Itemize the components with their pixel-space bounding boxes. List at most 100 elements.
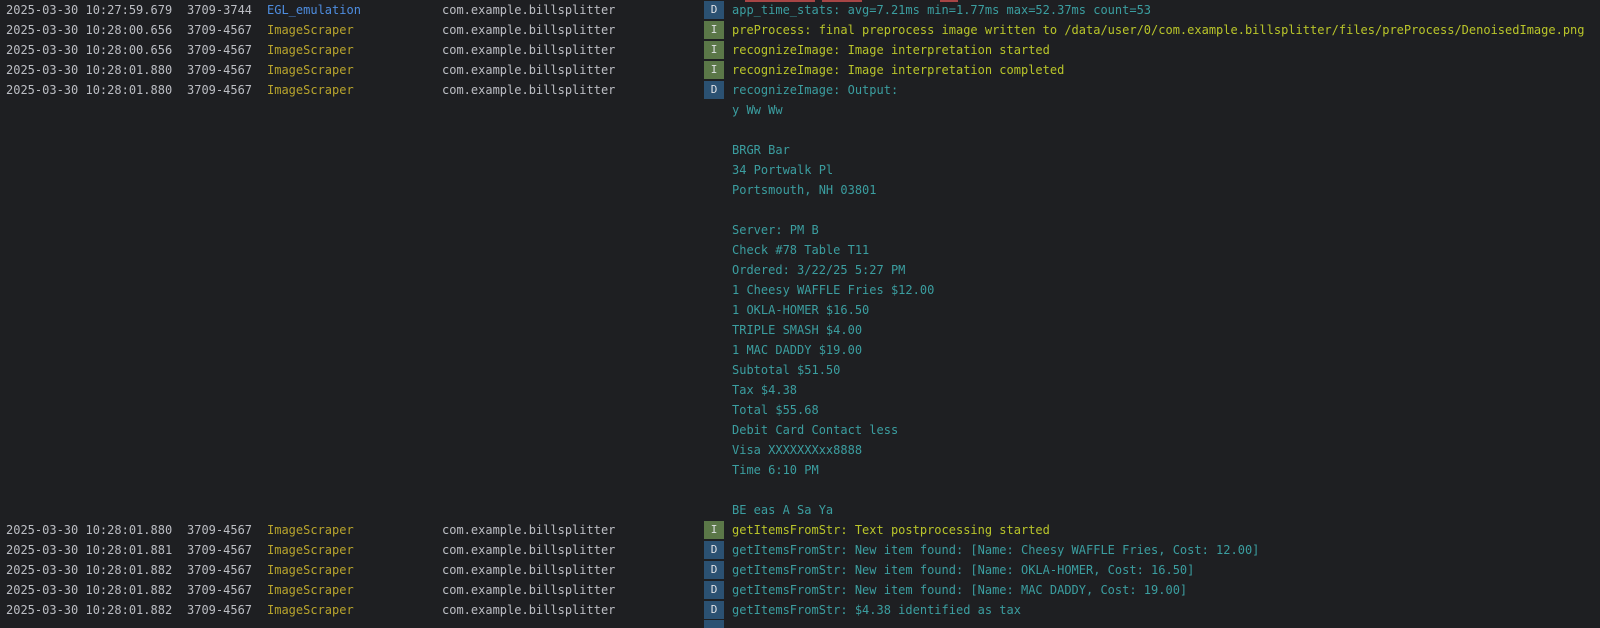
log-package: com.example.billsplitter: [442, 83, 616, 97]
ocr-output-line: 1 OKLA-HOMER $16.50: [732, 303, 870, 317]
log-tag: ImageScraper: [267, 83, 354, 97]
log-continuation-line[interactable]: Server: PM B: [0, 220, 1600, 240]
log-pid: 3709-4567: [187, 83, 253, 97]
log-row[interactable]: 2025-03-30 10:28:01.882 3709-4567 ImageS…: [0, 560, 1600, 580]
log-package: com.example.billsplitter: [442, 543, 616, 557]
log-timestamp: 2025-03-30 10:28:01.882: [6, 583, 173, 597]
log-row[interactable]: 2025-03-30 10:28:01.880 3709-4567 ImageS…: [0, 60, 1600, 80]
log-continuation-line[interactable]: Time 6:10 PM: [0, 460, 1600, 480]
log-package: com.example.billsplitter: [442, 43, 616, 57]
log-pid: 3709-4567: [187, 523, 253, 537]
log-message: recognizeImage: Output:: [732, 83, 899, 97]
log-continuation-line[interactable]: Check #78 Table T11: [0, 240, 1600, 260]
log-timestamp: 2025-03-30 10:28:01.880: [6, 523, 173, 537]
log-package: com.example.billsplitter: [442, 523, 616, 537]
log-row[interactable]: 2025-03-30 10:27:59.679 3709-3744 EGL_em…: [0, 0, 1600, 20]
log-timestamp: 2025-03-30 10:28:01.880: [6, 83, 173, 97]
ocr-output-line: Time 6:10 PM: [732, 463, 819, 477]
log-continuation-line[interactable]: BE eas A Sa Ya: [0, 500, 1600, 520]
log-pid: 3709-4567: [187, 563, 253, 577]
log-timestamp: 2025-03-30 10:28:01.880: [6, 63, 173, 77]
log-timestamp: 2025-03-30 10:28:01.881: [6, 543, 173, 557]
log-tag: ImageScraper: [267, 43, 354, 57]
ocr-output-line: Server: PM B: [732, 223, 819, 237]
log-pid: 3709-4567: [187, 23, 253, 37]
log-continuation-line[interactable]: y Ww Ww: [0, 100, 1600, 120]
log-continuation-line[interactable]: [0, 200, 1600, 220]
log-level-badge: D: [704, 561, 724, 579]
log-timestamp: 2025-03-30 10:28:00.656: [6, 43, 173, 57]
log-continuation-line[interactable]: BRGR Bar: [0, 140, 1600, 160]
ocr-output-line: Total $55.68: [732, 403, 819, 417]
log-pid: 3709-3744: [187, 3, 253, 17]
log-level-badge-partial: [704, 620, 724, 628]
logcat-panel[interactable]: 2025-03-30 10:27:59.679 3709-3744 EGL_em…: [0, 0, 1600, 628]
log-message: preProcess: final preprocess image writt…: [732, 23, 1585, 37]
log-tag: ImageScraper: [267, 523, 354, 537]
log-row[interactable]: 2025-03-30 10:28:01.880 3709-4567 ImageS…: [0, 520, 1600, 540]
ocr-output-line: Visa XXXXXXXxx8888: [732, 443, 863, 457]
log-level-badge: D: [704, 81, 724, 99]
log-tag: ImageScraper: [267, 583, 354, 597]
ocr-output-line: Debit Card Contact less: [732, 423, 899, 437]
log-level-badge: I: [704, 61, 724, 79]
log-continuation-line[interactable]: Portsmouth, NH 03801: [0, 180, 1600, 200]
log-tag: ImageScraper: [267, 543, 354, 557]
ocr-output-line: TRIPLE SMASH $4.00: [732, 323, 863, 337]
log-message: getItemsFromStr: New item found: [Name: …: [732, 543, 1260, 557]
log-continuation-line[interactable]: Subtotal $51.50: [0, 360, 1600, 380]
log-level-badge: D: [704, 1, 724, 19]
ocr-output-line: 1 MAC DADDY $19.00: [732, 343, 863, 357]
ocr-output-line: 34 Portwalk Pl: [732, 163, 834, 177]
log-row[interactable]: 2025-03-30 10:28:01.880 3709-4567 ImageS…: [0, 80, 1600, 100]
log-timestamp: 2025-03-30 10:28:01.882: [6, 603, 173, 617]
log-tag: ImageScraper: [267, 603, 354, 617]
log-message: app_time_stats: avg=7.21ms min=1.77ms ma…: [732, 3, 1152, 17]
log-continuation-line[interactable]: 1 Cheesy WAFFLE Fries $12.00: [0, 280, 1600, 300]
log-continuation-line[interactable]: [0, 120, 1600, 140]
log-package: com.example.billsplitter: [442, 583, 616, 597]
log-row-partial[interactable]: [0, 620, 1600, 628]
ocr-output-line: Ordered: 3/22/25 5:27 PM: [732, 263, 906, 277]
log-pid: 3709-4567: [187, 583, 253, 597]
log-continuation-line[interactable]: Total $55.68: [0, 400, 1600, 420]
log-message: getItemsFromStr: Text postprocessing sta…: [732, 523, 1050, 537]
log-message: getItemsFromStr: New item found: [Name: …: [732, 583, 1188, 597]
log-continuation-line[interactable]: Ordered: 3/22/25 5:27 PM: [0, 260, 1600, 280]
log-row[interactable]: 2025-03-30 10:28:01.882 3709-4567 ImageS…: [0, 600, 1600, 620]
log-timestamp: 2025-03-30 10:28:01.882: [6, 563, 173, 577]
log-continuation-line[interactable]: TRIPLE SMASH $4.00: [0, 320, 1600, 340]
log-continuation-line[interactable]: Tax $4.38: [0, 380, 1600, 400]
log-package: com.example.billsplitter: [442, 23, 616, 37]
log-message: getItemsFromStr: $4.38 identified as tax: [732, 603, 1021, 617]
log-tag: ImageScraper: [267, 23, 354, 37]
log-message: recognizeImage: Image interpretation com…: [732, 63, 1065, 77]
log-level-badge: I: [704, 21, 724, 39]
ocr-output-line: y Ww Ww: [732, 103, 783, 117]
log-package: com.example.billsplitter: [442, 563, 616, 577]
log-row[interactable]: 2025-03-30 10:28:00.656 3709-4567 ImageS…: [0, 20, 1600, 40]
log-row[interactable]: 2025-03-30 10:28:01.881 3709-4567 ImageS…: [0, 540, 1600, 560]
log-continuation-line[interactable]: 1 MAC DADDY $19.00: [0, 340, 1600, 360]
ocr-output-line: Subtotal $51.50: [732, 363, 841, 377]
log-pid: 3709-4567: [187, 43, 253, 57]
ocr-output-line: Check #78 Table T11: [732, 243, 870, 257]
ocr-output-line: Tax $4.38: [732, 383, 798, 397]
ocr-output-line: 1 Cheesy WAFFLE Fries $12.00: [732, 283, 935, 297]
log-continuation-line[interactable]: 1 OKLA-HOMER $16.50: [0, 300, 1600, 320]
log-continuation-line[interactable]: Debit Card Contact less: [0, 420, 1600, 440]
log-continuation-line[interactable]: Visa XXXXXXXxx8888: [0, 440, 1600, 460]
ocr-output-line: BRGR Bar: [732, 143, 790, 157]
log-level-badge: I: [704, 521, 724, 539]
log-row[interactable]: 2025-03-30 10:28:00.656 3709-4567 ImageS…: [0, 40, 1600, 60]
log-timestamp: 2025-03-30 10:28:00.656: [6, 23, 173, 37]
log-continuation-line[interactable]: [0, 480, 1600, 500]
log-level-badge: I: [704, 41, 724, 59]
ocr-output-line: Portsmouth, NH 03801: [732, 183, 877, 197]
log-row[interactable]: 2025-03-30 10:28:01.882 3709-4567 ImageS…: [0, 580, 1600, 600]
log-continuation-line[interactable]: 34 Portwalk Pl: [0, 160, 1600, 180]
log-level-badge: D: [704, 581, 724, 599]
log-level-badge: D: [704, 601, 724, 619]
log-tag: ImageScraper: [267, 563, 354, 577]
log-level-badge: D: [704, 541, 724, 559]
